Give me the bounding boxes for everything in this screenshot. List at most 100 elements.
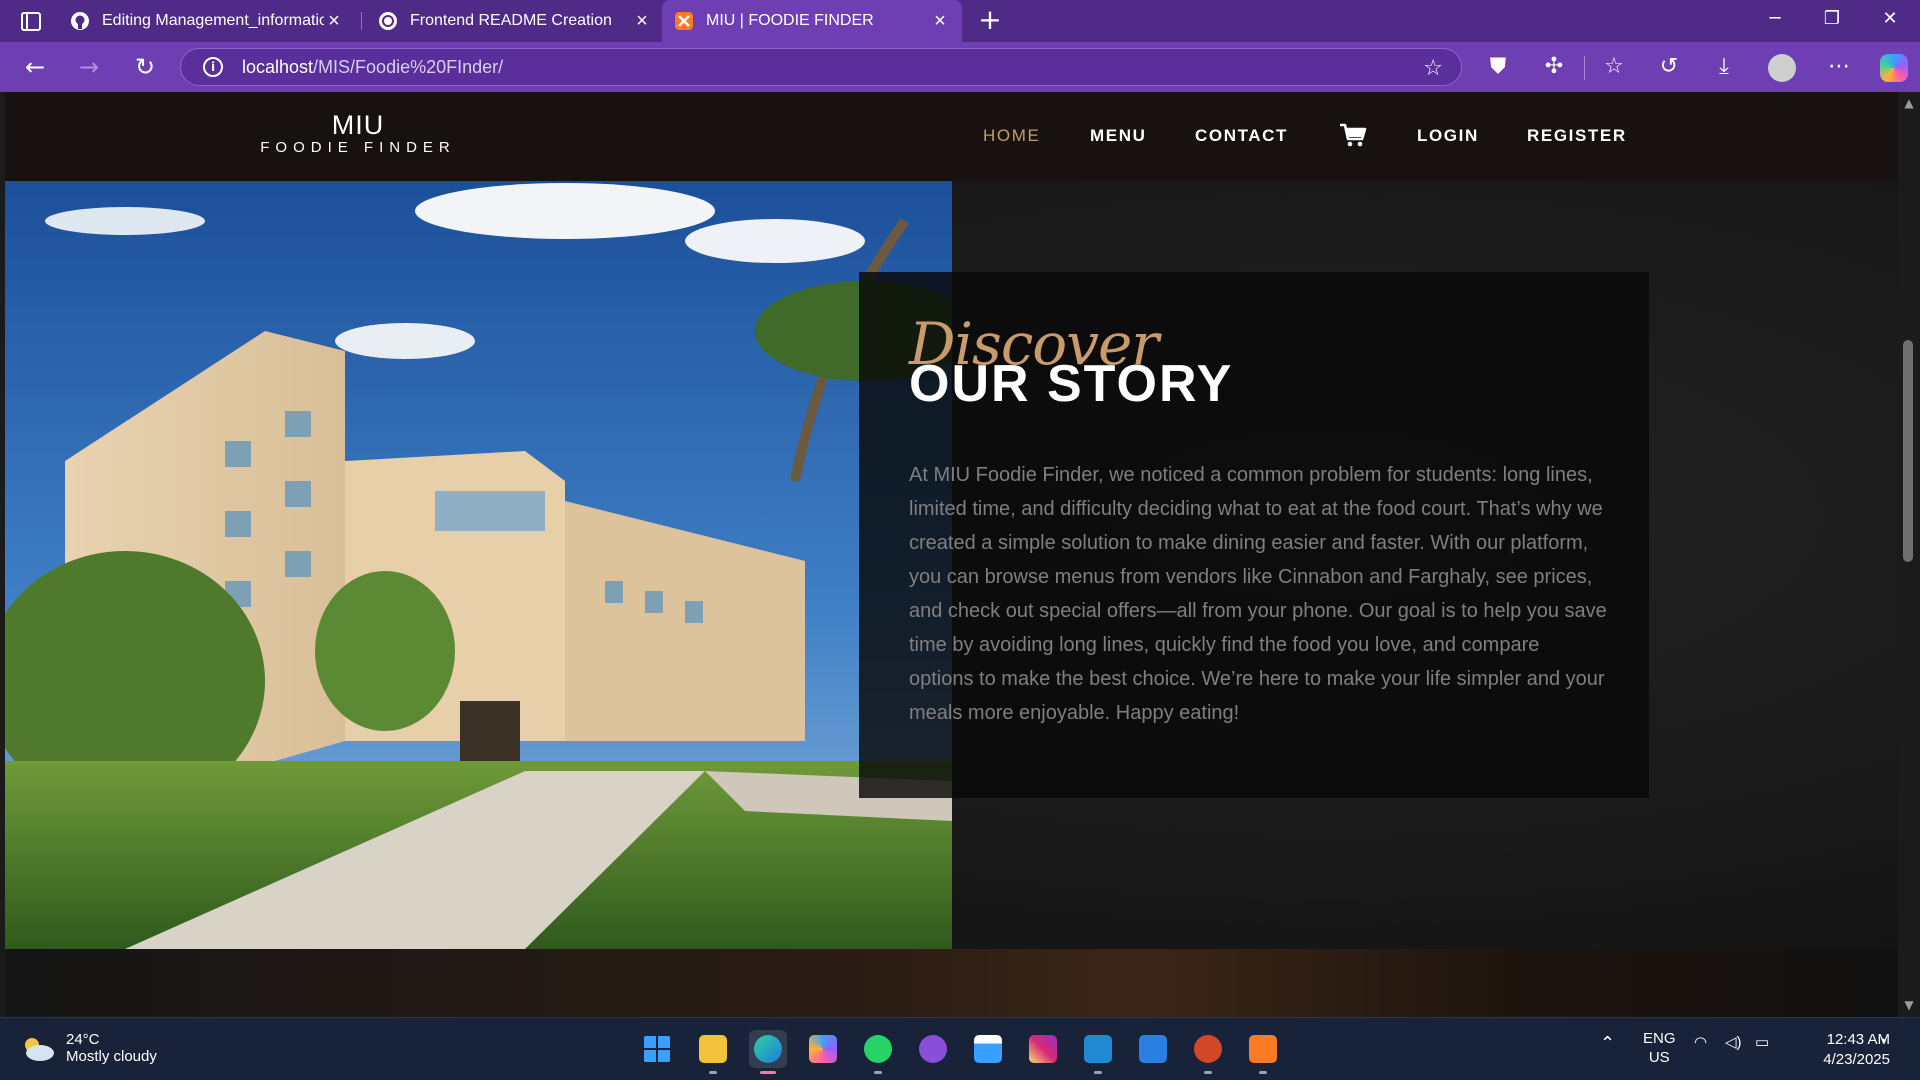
cart-icon[interactable] (1338, 121, 1368, 149)
new-tab-button[interactable]: + (975, 6, 1005, 36)
favorites-icon[interactable]: ☆ (1600, 54, 1628, 82)
wifi-icon[interactable]: ◠ (1694, 1033, 1707, 1051)
tab-editing-management[interactable]: Editing Management_information × (58, 0, 356, 42)
cloudy-weather-icon (25, 1038, 54, 1061)
close-window-button[interactable]: ✕ (1870, 8, 1910, 34)
logo-miu: MIU (331, 110, 385, 140)
ublock-shield-icon[interactable]: ⛊ (1484, 54, 1512, 82)
weather-temp: 24°C (66, 1031, 100, 1048)
nav-login-link[interactable]: LOGIN (1417, 126, 1479, 146)
profile-avatar[interactable] (1768, 54, 1796, 82)
weather-widget[interactable]: 24°C Mostly cloudy (18, 1031, 157, 1065)
tab-title: MIU | FOODIE FINDER (706, 12, 874, 29)
site-navbar: MIU FOODIE FINDER HOME MENU CONTACT LOGI… (5, 92, 1898, 181)
tab-miu-foodie-finder[interactable]: MIU | FOODIE FINDER × (662, 0, 962, 42)
tab-actions-icon[interactable] (14, 9, 48, 35)
running-indicator (760, 1071, 776, 1074)
nav-register-link[interactable]: REGISTER (1527, 126, 1627, 146)
url-text[interactable]: localhost/MIS/Foodie%20FInder/ (242, 57, 503, 78)
whatsapp-icon (864, 1035, 892, 1063)
toolbar-separator (1584, 56, 1585, 80)
minimize-button[interactable]: ─ (1755, 8, 1795, 34)
close-tab-icon[interactable]: × (930, 10, 950, 33)
url-path: /MIS/Foodie%20FInder/ (313, 57, 504, 77)
running-indicator (709, 1071, 717, 1074)
address-bar[interactable]: i localhost/MIS/Foodie%20FInder/ ☆ (180, 48, 1462, 86)
story-section: Discover OUR STORY At MIU Foodie Finder,… (5, 181, 1898, 1017)
restore-button[interactable]: ❐ (1812, 8, 1852, 34)
vscode-icon (1084, 1035, 1112, 1063)
running-indicator (1259, 1071, 1267, 1074)
clock-date: 4/23/2025 (1823, 1051, 1890, 1068)
taskbar-file-explorer[interactable] (694, 1030, 732, 1074)
taskbar-xampp[interactable] (1244, 1030, 1282, 1074)
page-scrollbar[interactable]: ▲ ▼ (1898, 92, 1920, 1017)
logo-foodie-finder: FOODIE FINDER (260, 139, 456, 156)
start-button[interactable] (638, 1030, 676, 1068)
scroll-down-arrow[interactable]: ▼ (1902, 998, 1916, 1012)
clock-time: 12:43 AM (1826, 1031, 1890, 1048)
nav-contact-link[interactable]: CONTACT (1195, 126, 1288, 146)
history-icon[interactable]: ↺ (1655, 54, 1683, 82)
favorite-star-icon[interactable]: ☆ (1423, 56, 1443, 81)
copilot-app-icon (809, 1035, 837, 1063)
language-indicator[interactable]: ENG US (1643, 1029, 1676, 1067)
github-icon (71, 12, 89, 30)
scrollbar-thumb[interactable] (1903, 340, 1913, 562)
powerpoint-icon (1194, 1035, 1222, 1063)
windows-taskbar: 24°C Mostly cloudy ⌃ ENG US ◠ ◁) ▭ 12:43… (0, 1017, 1920, 1080)
taskbar-copilot[interactable] (804, 1030, 842, 1068)
xampp-icon (675, 12, 693, 30)
extensions-icon[interactable]: ✣ (1540, 54, 1568, 82)
page-viewport: MIU FOODIE FINDER HOME MENU CONTACT LOGI… (5, 92, 1898, 1017)
taskbar-github-desktop[interactable] (914, 1030, 952, 1068)
taskbar-powerpoint[interactable] (1189, 1030, 1227, 1074)
volume-icon[interactable]: ◁) (1725, 1033, 1742, 1051)
nav-home-link[interactable]: HOME (983, 126, 1040, 146)
notification-bell-icon[interactable]: ◔ (1878, 1033, 1887, 1050)
browser-toolbar: ← → ↻ i localhost/MIS/Foodie%20FInder/ ☆… (0, 42, 1920, 92)
tab-title: Frontend README Creation (410, 12, 612, 29)
chatgpt-icon (379, 12, 397, 30)
taskbar-edge[interactable] (749, 1030, 787, 1074)
xampp-app-icon (1249, 1035, 1277, 1063)
weather-desc: Mostly cloudy (66, 1048, 157, 1065)
refresh-button[interactable]: ↻ (130, 53, 160, 83)
story-heading: OUR STORY (909, 355, 1234, 413)
downloads-icon[interactable]: ⤓ (1710, 54, 1738, 82)
taskbar-vscode[interactable] (1079, 1030, 1117, 1074)
tab-frontend-readme[interactable]: Frontend README Creation × (366, 0, 664, 42)
taskbar-whatsapp[interactable] (859, 1030, 897, 1074)
region-code: US (1648, 1049, 1670, 1066)
running-indicator (1094, 1071, 1102, 1074)
language-code: ENG (1643, 1030, 1676, 1047)
more-options-icon[interactable]: ⋯ (1825, 54, 1853, 82)
browser-tab-strip: Editing Management_information × Fronten… (0, 0, 1920, 42)
story-card: Discover OUR STORY At MIU Foodie Finder,… (859, 272, 1649, 798)
site-info-icon[interactable]: i (203, 57, 223, 77)
site-logo[interactable]: MIU FOODIE FINDER (257, 110, 459, 156)
system-clock[interactable]: 12:43 AM 4/23/2025 (1790, 1030, 1890, 1070)
instagram-icon (1029, 1035, 1057, 1063)
taskbar-store[interactable] (969, 1030, 1007, 1068)
taskbar-instagram[interactable] (1024, 1030, 1062, 1068)
remote-desktop-icon (1139, 1035, 1167, 1063)
nav-menu-link[interactable]: MENU (1090, 126, 1146, 146)
edge-icon (754, 1035, 782, 1063)
running-indicator (874, 1071, 882, 1074)
close-tab-icon[interactable]: × (324, 10, 344, 33)
battery-icon[interactable]: ▭ (1755, 1033, 1769, 1051)
close-tab-icon[interactable]: × (632, 10, 652, 33)
copilot-icon[interactable] (1880, 54, 1908, 82)
tab-separator (361, 12, 362, 30)
story-body: At MIU Foodie Finder, we noticed a commo… (909, 464, 1607, 724)
campus-photo (5, 181, 952, 949)
store-icon (974, 1035, 1002, 1063)
back-button[interactable]: ← (20, 53, 50, 83)
tray-overflow-chevron-icon[interactable]: ⌃ (1600, 1033, 1615, 1054)
taskbar-remote-app[interactable] (1134, 1030, 1172, 1068)
url-host: localhost (242, 57, 314, 77)
folder-icon (699, 1035, 727, 1063)
forward-button[interactable]: → (74, 53, 104, 83)
scroll-up-arrow[interactable]: ▲ (1902, 96, 1916, 110)
